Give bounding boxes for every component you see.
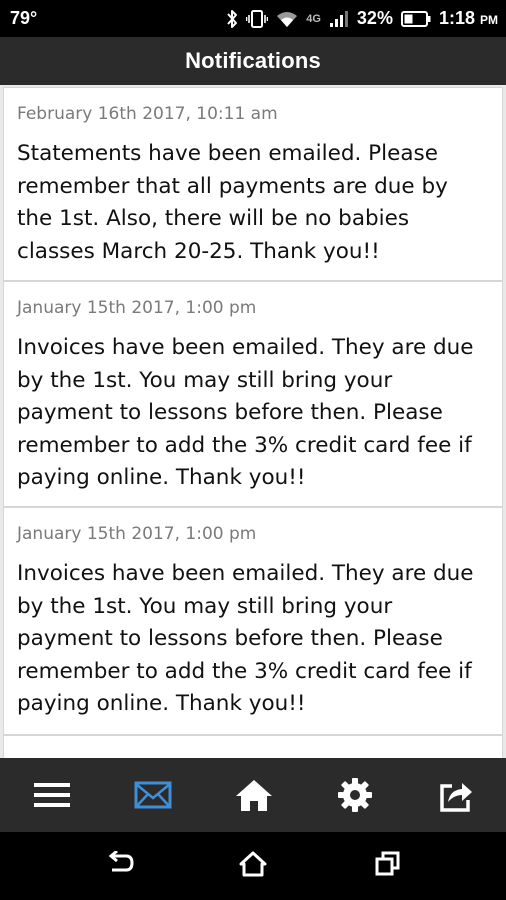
wifi-icon: [276, 10, 298, 28]
system-nav-bar: [0, 832, 506, 900]
notification-message: Invoices have been emailed. They are due…: [17, 335, 474, 490]
vibrate-icon: [246, 9, 269, 29]
app-bar: Notifications: [0, 37, 506, 85]
recents-icon: [374, 851, 402, 881]
notification-card[interactable]: January 15th 2017, 1:00 pm Invoices have…: [3, 507, 503, 735]
messages-button[interactable]: [103, 758, 203, 832]
back-icon: [106, 849, 134, 881]
share-button[interactable]: [406, 758, 506, 832]
menu-button[interactable]: [2, 758, 102, 832]
notification-card[interactable]: January 15th 2017, 1:00 pm Invoices have…: [3, 281, 503, 507]
status-bar: 79° 4G 32% 1:18 PM: [0, 0, 506, 37]
network-type-text: 4G: [306, 12, 321, 25]
notification-date: January 15th 2017, 1:00 pm: [17, 298, 257, 318]
bottom-nav: [0, 758, 506, 832]
clock-time: 1:18: [438, 8, 475, 28]
notification-card[interactable]: February 16th 2017, 10:11 am Statements …: [3, 87, 503, 281]
gear-icon: [337, 777, 373, 813]
notification-date: January 15th 2017, 1:00 pm: [17, 524, 257, 544]
signal-icon: [329, 10, 349, 28]
page-title: Notifications: [185, 48, 321, 73]
home-outline-icon: [239, 851, 267, 881]
notification-list[interactable]: February 16th 2017, 10:11 am Statements …: [0, 85, 506, 758]
clock-ampm: PM: [480, 13, 498, 27]
screen: 79° 4G 32% 1:18 PM Notifications Februar…: [0, 0, 506, 900]
notification-message: Invoices have been emailed. They are due…: [17, 561, 474, 716]
home-icon: [235, 778, 273, 812]
share-icon: [438, 778, 474, 812]
mail-icon: [134, 781, 172, 809]
notification-date: February 16th 2017, 10:11 am: [17, 104, 278, 124]
bluetooth-icon: [226, 9, 238, 29]
home-button[interactable]: [204, 758, 304, 832]
status-icons: 4G 32% 1:18 PM: [226, 0, 498, 37]
recents-button[interactable]: [358, 846, 418, 886]
battery-icon: [400, 10, 431, 27]
system-home-button[interactable]: [223, 846, 283, 886]
battery-percent-text: 32%: [356, 8, 393, 28]
settings-button[interactable]: [305, 758, 405, 832]
notification-card-partial[interactable]: [3, 735, 503, 758]
clock-text: 1:18 PM: [439, 8, 498, 29]
notification-message: Statements have been emailed. Please rem…: [17, 141, 448, 264]
back-button[interactable]: [90, 846, 150, 886]
menu-icon: [34, 781, 70, 809]
temperature-text: 79°: [10, 8, 38, 28]
